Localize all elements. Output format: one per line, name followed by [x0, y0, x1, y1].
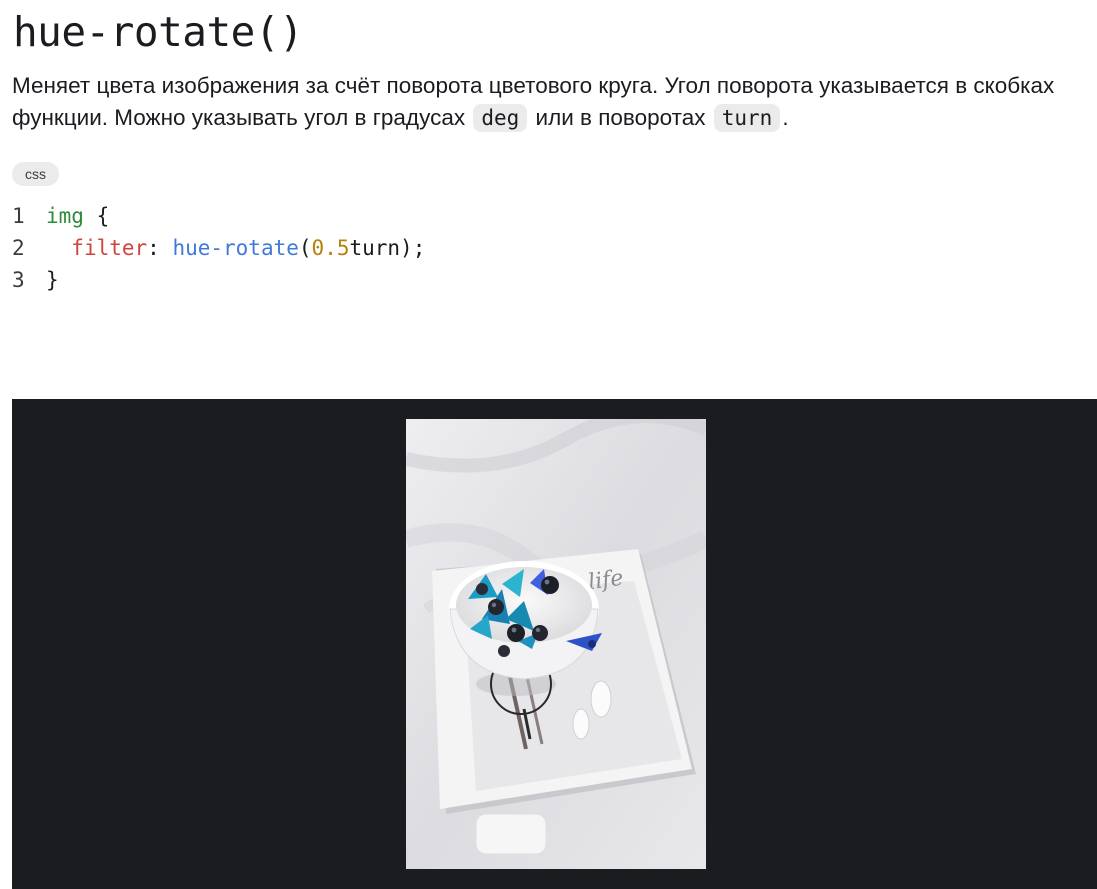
code-token-number: 0.5 [311, 236, 350, 260]
code-line-1: 1 img { [12, 200, 425, 232]
demo-preview-area: ok life [12, 399, 1097, 889]
line-number: 1 [12, 204, 25, 228]
code-token-paren: ( [298, 236, 312, 260]
description-text-3: . [782, 105, 789, 130]
code-token-brace: { [83, 204, 110, 228]
inline-code-deg: deg [473, 104, 528, 132]
description-paragraph: Меняет цвета изображения за счёт поворот… [12, 70, 1092, 134]
demo-image: ok life [406, 419, 706, 869]
code-token-closing-brace: } [46, 268, 59, 292]
line-number: 2 [12, 236, 25, 260]
article-heading: hue-rotate() [13, 8, 304, 56]
code-token-colon: : [147, 236, 173, 260]
description-text-2: или в поворотах [529, 105, 712, 130]
inline-code-turn: turn [713, 104, 781, 132]
line-number: 3 [12, 268, 25, 292]
code-block: 1 img { 2 filter: hue-rotate(0.5 turn); 3} [12, 200, 425, 296]
code-line-3: 3} [12, 264, 425, 296]
code-line-2: 2 filter: hue-rotate(0.5 turn); [12, 232, 425, 264]
code-token-function: hue-rotate [172, 236, 299, 260]
code-token-indent [46, 232, 71, 264]
code-token-selector: img [46, 204, 84, 228]
code-token-unit: turn); [349, 236, 426, 260]
code-token-property: filter [71, 236, 148, 260]
code-language-badge: css [12, 162, 59, 186]
bowl-photo-illustration: ok life [406, 419, 706, 869]
